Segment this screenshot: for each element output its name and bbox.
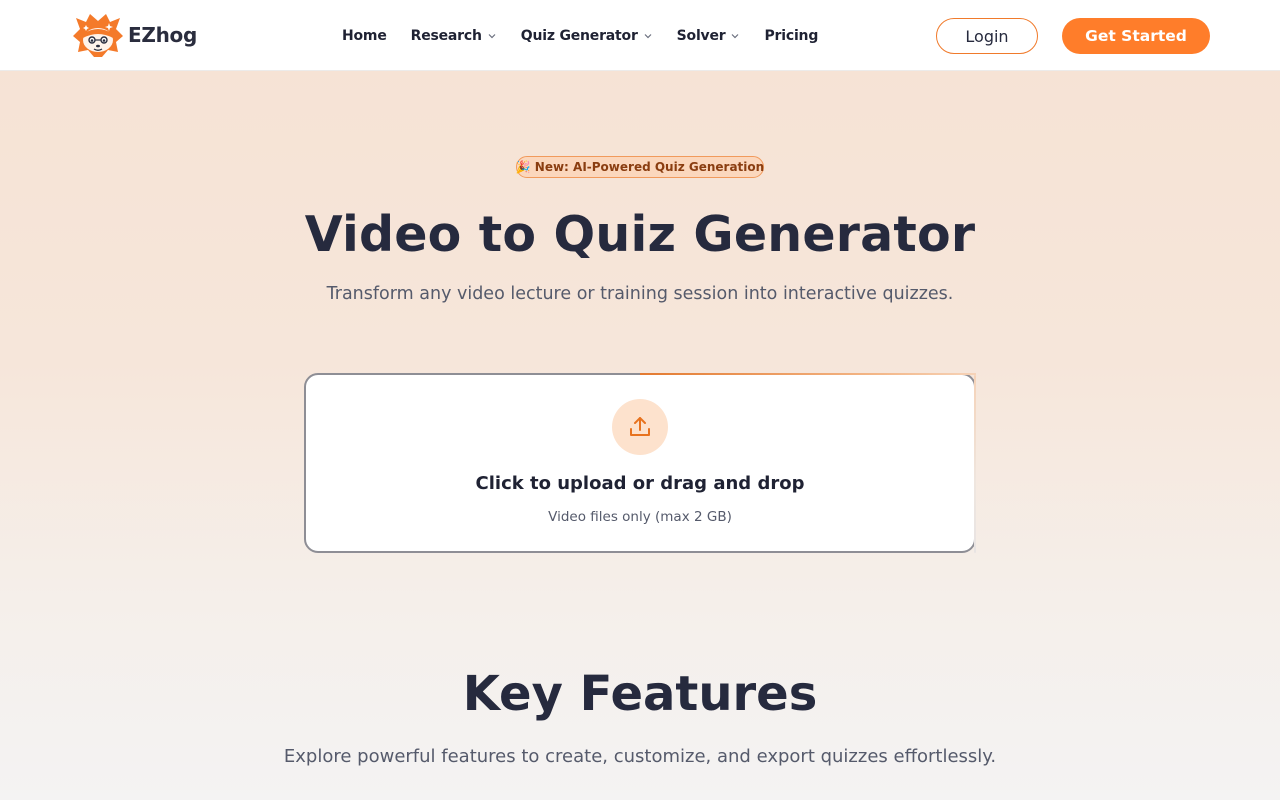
- chevron-down-icon: [732, 34, 739, 39]
- features-subtitle: Explore powerful features to create, cus…: [283, 746, 997, 767]
- nav-item-label: Home: [342, 27, 387, 44]
- upload-icon: [630, 417, 650, 436]
- nav-item-label: Pricing: [764, 27, 819, 44]
- chevron-down-icon: [644, 34, 652, 39]
- get-started-button[interactable]: Get Started: [1062, 18, 1210, 54]
- upload-title: Click to upload or drag and drop: [475, 473, 805, 494]
- hedgehog-logo-icon: [73, 14, 123, 57]
- nav-item-solver[interactable]: Solver: [677, 28, 741, 44]
- badge-text: New: AI-Powered Quiz Generation: [534, 160, 765, 174]
- nav-item-pricing[interactable]: Pricing: [764, 28, 818, 44]
- features-title: Key Features: [462, 666, 818, 722]
- upload-note: Video files only (max 2 GB): [548, 509, 732, 525]
- nav-item-quiz-generator[interactable]: Quiz Generator: [521, 28, 653, 44]
- chevron-down-icon: [488, 34, 496, 39]
- nav-item-label: Quiz Generator: [520, 27, 638, 44]
- nav-item-research[interactable]: Research: [411, 28, 497, 44]
- video-upload-dropzone[interactable]: Click to upload or drag and drop Video f…: [304, 373, 976, 553]
- nav-item-label: Solver: [676, 27, 726, 44]
- nav-item-label: Research: [410, 27, 482, 44]
- page-title: Video to Quiz Generator: [304, 206, 976, 263]
- page-subtitle: Transform any video lecture or training …: [326, 284, 954, 304]
- party-popper-icon: 🎉: [515, 160, 531, 174]
- main-nav: Home Research Quiz Generator Solver Pric…: [342, 0, 818, 71]
- nav-item-home[interactable]: Home: [342, 28, 387, 44]
- upload-icon-circle: [612, 399, 668, 455]
- announcement-badge: 🎉 New: AI-Powered Quiz Generation: [516, 156, 764, 178]
- brand-name: EZhog: [128, 23, 197, 47]
- brand-logo-link[interactable]: EZhog: [72, 12, 197, 58]
- site-header: EZhog Home Research Quiz Generator Solve…: [0, 0, 1280, 71]
- login-button[interactable]: Login: [936, 18, 1038, 54]
